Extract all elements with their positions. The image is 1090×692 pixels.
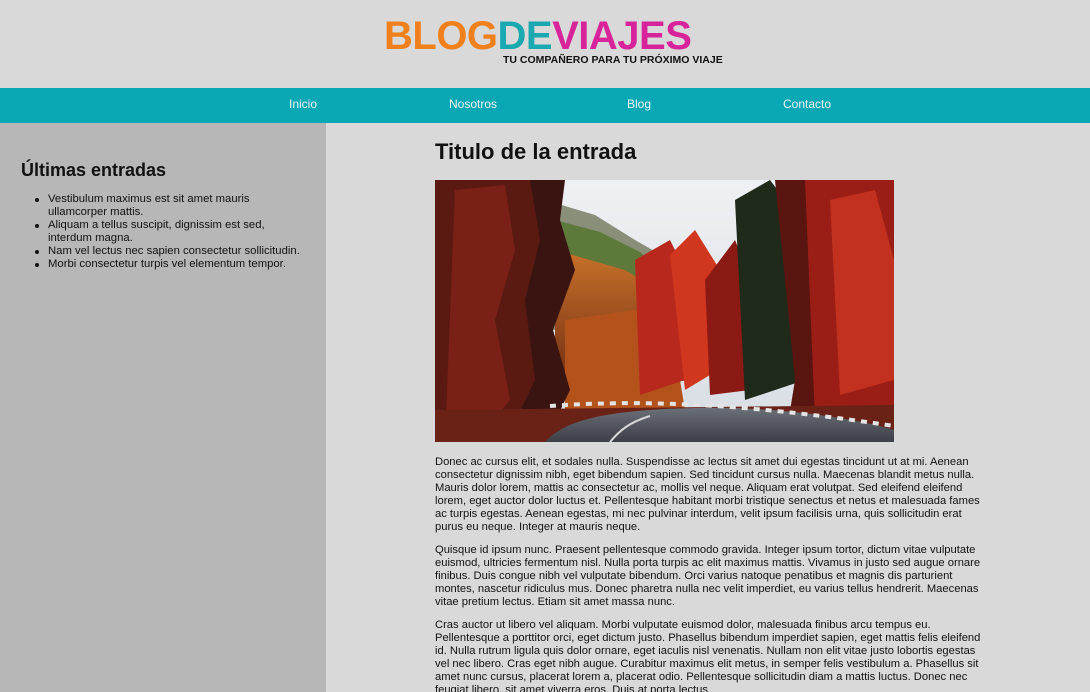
logo-tagline: TU COMPAÑERO PARA TU PRÓXIMO VIAJE xyxy=(503,54,723,66)
nav-item-inicio[interactable]: Inicio xyxy=(289,97,317,111)
post-title: Titulo de la entrada xyxy=(435,139,637,164)
main-content: Titulo de la entrada Donec ac cursus eli… xyxy=(326,123,1090,692)
sidebar-heading: Últimas entradas xyxy=(21,160,167,180)
post-paragraph: Quisque id ipsum nunc. Praesent pellente… xyxy=(435,544,981,608)
recent-posts-list: Vestibulum maximus est sit amet mauris u… xyxy=(35,193,310,271)
nav-item-nosotros[interactable]: Nosotros xyxy=(449,97,497,111)
main-navigation: Inicio Nosotros Blog Contacto xyxy=(0,88,1090,123)
nav-item-contacto[interactable]: Contacto xyxy=(783,97,831,111)
recent-post-item[interactable]: Nam vel lectus nec sapien consectetur so… xyxy=(35,245,310,258)
recent-post-item[interactable]: Aliquam a tellus suscipit, dignissim est… xyxy=(35,219,310,245)
autumn-forest-road-image xyxy=(435,180,894,442)
site-logo[interactable]: BLOGDEVIAJES TU COMPAÑERO PARA TU PRÓXIM… xyxy=(384,16,723,72)
post-paragraph: Donec ac cursus elit, et sodales nulla. … xyxy=(435,456,980,533)
post-paragraph: Cras auctor ut libero vel aliquam. Morbi… xyxy=(435,619,981,692)
logo-wordmark: BLOGDEVIAJES xyxy=(384,16,706,56)
site-header: BLOGDEVIAJES TU COMPAÑERO PARA TU PRÓXIM… xyxy=(0,0,1090,88)
logo-part-viajes: VIAJES xyxy=(552,14,692,58)
post-image xyxy=(435,180,894,442)
recent-post-item[interactable]: Morbi consectetur turpis vel elementum t… xyxy=(35,258,310,271)
sidebar: Últimas entradas Vestibulum maximus est … xyxy=(0,123,326,692)
recent-post-item[interactable]: Vestibulum maximus est sit amet mauris u… xyxy=(35,193,310,219)
nav-item-blog[interactable]: Blog xyxy=(627,97,651,111)
post-body: Donec ac cursus elit, et sodales nulla. … xyxy=(435,456,983,692)
logo-part-blog: BLOG xyxy=(384,14,498,58)
logo-part-de: DE xyxy=(497,14,553,58)
